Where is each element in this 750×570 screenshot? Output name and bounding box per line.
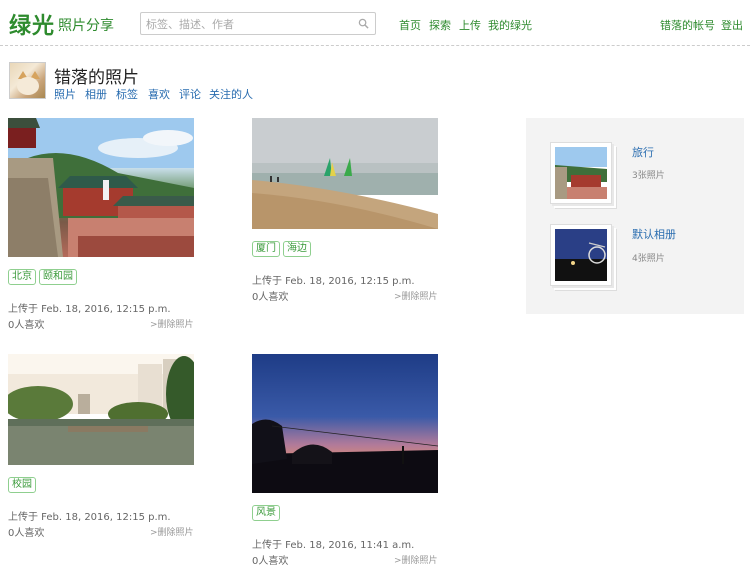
album-photo-count: 3张照片 [632, 171, 665, 181]
search-icon[interactable] [358, 18, 369, 29]
top-header: 绿光 照片分享 首页 探索 上传 我的绿光 错落的帐号 登出 [0, 0, 750, 46]
default-album-image [555, 229, 607, 281]
upload-time: 上传于 Feb. 18, 2016, 11:41 a.m. [252, 540, 415, 551]
sunset-image [252, 354, 438, 493]
photo-tag[interactable]: 厦门 [252, 241, 280, 257]
logout-link[interactable]: 登出 [721, 17, 743, 33]
site-logo[interactable]: 绿光 [9, 8, 55, 40]
upload-time: 上传于 Feb. 18, 2016, 12:15 p.m. [8, 304, 171, 315]
album-sidebar: 旅行 3张照片 默认相册 4张照片 [526, 118, 744, 314]
site-slogan: 照片分享 [58, 18, 114, 34]
like-count[interactable]: 0人喜欢 [8, 524, 44, 539]
nav-my-greenlight[interactable]: 我的绿光 [488, 17, 532, 33]
photo-thumbnail[interactable] [252, 118, 438, 229]
nav-home[interactable]: 首页 [399, 17, 421, 33]
album-photo-count: 4张照片 [632, 254, 665, 264]
photo-tag[interactable]: 颐和园 [39, 269, 77, 285]
photo-tag[interactable]: 海边 [283, 241, 311, 257]
album-cover[interactable] [550, 224, 612, 286]
tab-tags[interactable]: 标签 [116, 86, 138, 102]
upload-time: 上传于 Feb. 18, 2016, 12:15 p.m. [8, 512, 171, 523]
photo-thumbnail[interactable] [8, 354, 194, 465]
tab-likes[interactable]: 喜欢 [148, 86, 170, 102]
like-count[interactable]: 0人喜欢 [252, 552, 288, 567]
search-box[interactable] [140, 12, 376, 35]
delete-photo-link[interactable]: >删除照片 [150, 525, 194, 538]
album-name[interactable]: 旅行 [632, 144, 654, 160]
upload-time: 上传于 Feb. 18, 2016, 12:15 p.m. [252, 276, 415, 287]
album-cover[interactable] [550, 142, 612, 204]
beach-image [252, 118, 438, 229]
photo-tag[interactable]: 北京 [8, 269, 36, 285]
photo-thumbnail[interactable] [252, 354, 438, 493]
delete-photo-link[interactable]: >删除照片 [150, 317, 194, 330]
account-link[interactable]: 错落的帐号 [660, 17, 715, 33]
nav-explore[interactable]: 探索 [429, 17, 451, 33]
summer-palace-image [8, 118, 194, 257]
avatar[interactable] [9, 62, 46, 99]
photo-tag[interactable]: 风景 [252, 505, 280, 521]
campus-image [8, 354, 194, 465]
nav-upload[interactable]: 上传 [459, 17, 481, 33]
like-count[interactable]: 0人喜欢 [8, 316, 44, 331]
tab-albums[interactable]: 相册 [85, 86, 107, 102]
search-input[interactable] [141, 14, 351, 35]
tab-photos[interactable]: 照片 [54, 86, 76, 102]
tab-following[interactable]: 关注的人 [209, 86, 253, 102]
delete-photo-link[interactable]: >删除照片 [394, 553, 438, 566]
like-count[interactable]: 0人喜欢 [252, 288, 288, 303]
photo-tag[interactable]: 校园 [8, 477, 36, 493]
travel-album-image [555, 147, 607, 199]
photo-thumbnail[interactable] [8, 118, 194, 257]
page-title: 错落的照片 [54, 68, 139, 88]
album-name[interactable]: 默认相册 [632, 226, 676, 242]
delete-photo-link[interactable]: >删除照片 [394, 289, 438, 302]
tab-comments[interactable]: 评论 [179, 86, 201, 102]
